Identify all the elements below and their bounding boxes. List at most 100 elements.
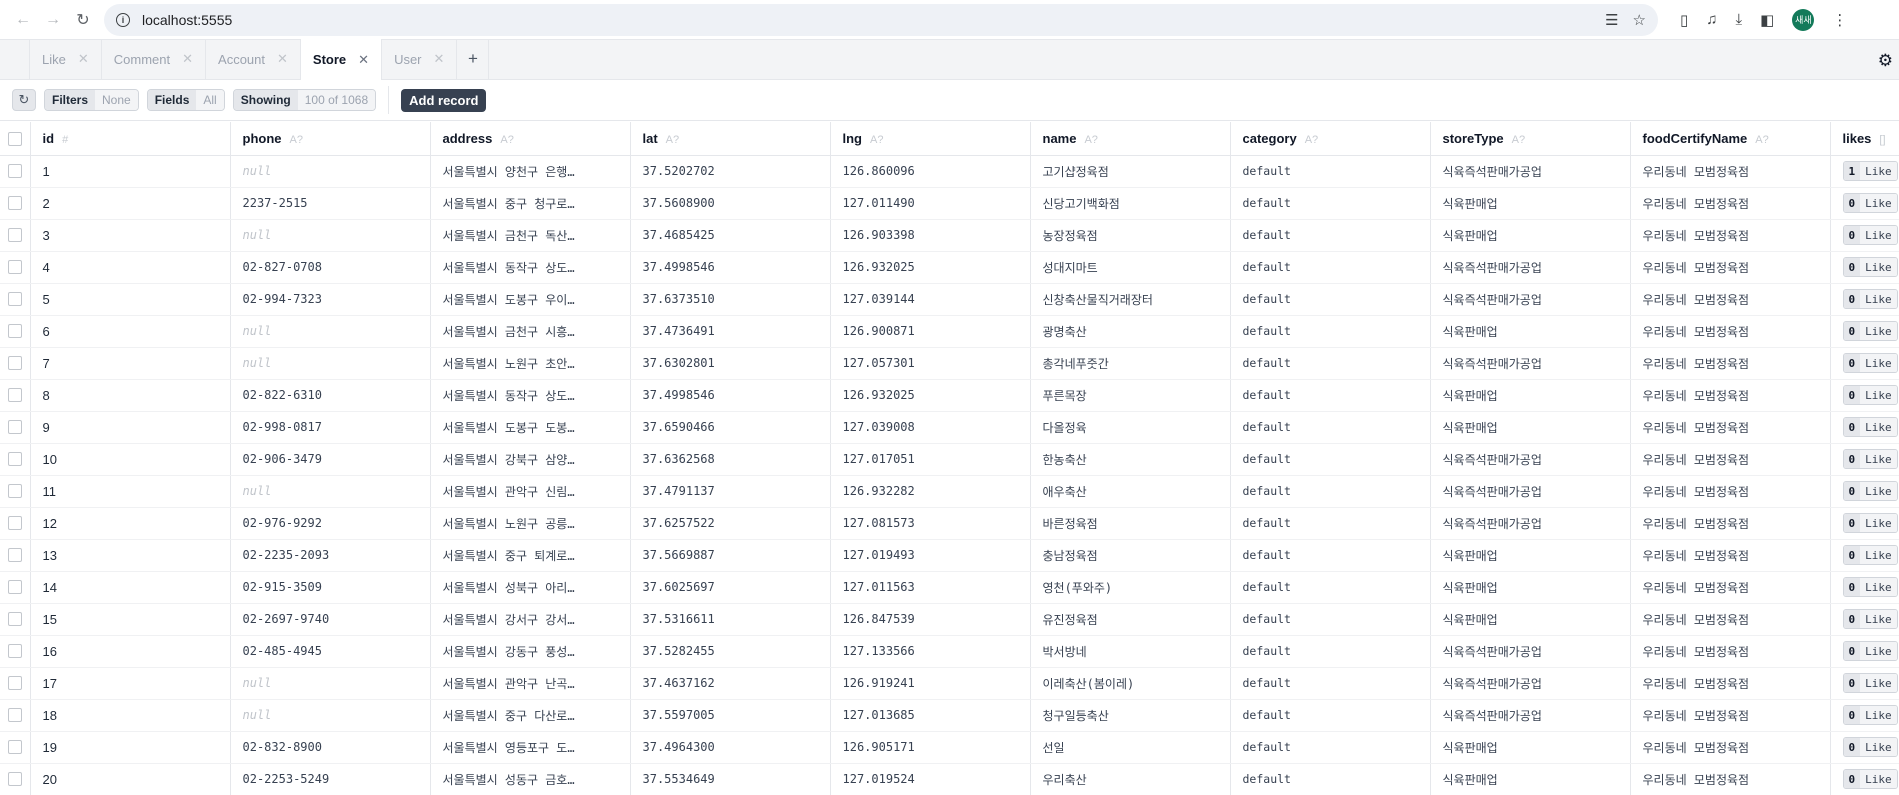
cell-category[interactable]: default	[1230, 507, 1431, 540]
showing-button[interactable]: Showing 100 of 1068	[232, 89, 377, 111]
table-row[interactable]: 19 02-832-8900 서울특별시 영등포구 도… 37.4964300 126.…	[0, 731, 1899, 764]
cell-likes[interactable]: 0 Like	[1830, 571, 1899, 604]
cell-storetype[interactable]: 식육판매업	[1430, 219, 1631, 252]
cell-foodcertifyname[interactable]: 우리동네 모범정육점	[1630, 347, 1831, 380]
row-checkbox[interactable]	[8, 548, 22, 563]
row-checkbox-cell[interactable]	[0, 443, 31, 476]
row-checkbox[interactable]	[8, 164, 22, 179]
cell-phone[interactable]: 02-998-0817	[230, 411, 431, 444]
cell-name[interactable]: 청구일등축산	[1030, 699, 1231, 732]
cell-lng[interactable]: 126.932025	[830, 379, 1031, 412]
cell-foodcertifyname[interactable]: 우리동네 모범정육점	[1630, 443, 1831, 476]
likes-relation-chip[interactable]: 0 Like	[1842, 609, 1898, 629]
address-bar[interactable]: i localhost:5555 ☰ ☆	[104, 3, 1658, 36]
cell-phone[interactable]: 02-485-4945	[230, 635, 431, 668]
close-icon[interactable]: ✕	[358, 52, 369, 68]
table-row[interactable]: 5 02-994-7323 서울특별시 도봉구 우이… 37.6373510 127.0…	[0, 283, 1899, 316]
cell-foodcertifyname[interactable]: 우리동네 모범정육점	[1630, 667, 1831, 700]
cell-category[interactable]: default	[1230, 699, 1431, 732]
cell-address[interactable]: 서울특별시 도봉구 도봉…	[430, 411, 631, 444]
cell-foodcertifyname[interactable]: 우리동네 모범정육점	[1630, 539, 1831, 572]
cell-lng[interactable]: 127.013685	[830, 699, 1031, 732]
cell-likes[interactable]: 0 Like	[1830, 315, 1899, 348]
cell-category[interactable]: default	[1230, 411, 1431, 444]
fields-button[interactable]: Fields All	[146, 89, 225, 111]
table-row[interactable]: 17 null 서울특별시 관악구 난곡… 37.4637162 126.919241 이…	[0, 667, 1899, 700]
cell-lat[interactable]: 37.6373510	[630, 283, 831, 316]
cell-name[interactable]: 우리축산	[1030, 763, 1231, 795]
cell-storetype[interactable]: 식육즉석판매가공업	[1430, 507, 1631, 540]
table-row[interactable]: 15 02-2697-9740 서울특별시 강서구 강서… 37.5316611 126…	[0, 603, 1899, 636]
column-header-likes[interactable]: likes []	[1830, 122, 1899, 156]
cell-lng[interactable]: 127.133566	[830, 635, 1031, 668]
likes-relation-chip[interactable]: 0 Like	[1842, 545, 1898, 565]
row-checkbox-cell[interactable]	[0, 315, 31, 348]
cell-lat[interactable]: 37.6302801	[630, 347, 831, 380]
cell-name[interactable]: 푸른목장	[1030, 379, 1231, 412]
likes-relation-chip[interactable]: 0 Like	[1842, 705, 1898, 725]
cell-foodcertifyname[interactable]: 우리동네 모범정육점	[1630, 155, 1831, 188]
cell-foodcertifyname[interactable]: 우리동네 모범정육점	[1630, 475, 1831, 508]
row-checkbox-cell[interactable]	[0, 571, 31, 604]
cell-id[interactable]: 7	[30, 347, 231, 380]
cell-lat[interactable]: 37.6590466	[630, 411, 831, 444]
cell-name[interactable]: 고기샵정육점	[1030, 155, 1231, 188]
cell-storetype[interactable]: 식육즉석판매가공업	[1430, 155, 1631, 188]
cell-phone[interactable]: null	[230, 315, 431, 348]
bookmark-star-icon[interactable]: ☆	[1633, 11, 1646, 29]
cell-phone[interactable]: 02-832-8900	[230, 731, 431, 764]
cell-foodcertifyname[interactable]: 우리동네 모범정육점	[1630, 187, 1831, 220]
row-checkbox[interactable]	[8, 580, 22, 595]
row-checkbox-cell[interactable]	[0, 507, 31, 540]
row-checkbox-cell[interactable]	[0, 667, 31, 700]
cell-lng[interactable]: 126.932025	[830, 251, 1031, 284]
cell-likes[interactable]: 0 Like	[1830, 219, 1899, 252]
filters-button[interactable]: Filters None	[44, 89, 139, 111]
cell-address[interactable]: 서울특별시 동작구 상도…	[430, 379, 631, 412]
cell-storetype[interactable]: 식육즉석판매가공업	[1430, 443, 1631, 476]
table-row[interactable]: 13 02-2235-2093 서울특별시 중구 퇴계로… 37.5669887 127…	[0, 539, 1899, 572]
select-all-checkbox[interactable]	[8, 132, 22, 147]
cell-id[interactable]: 4	[30, 251, 231, 284]
cell-lng[interactable]: 126.860096	[830, 155, 1031, 188]
cell-storetype[interactable]: 식육판매업	[1430, 187, 1631, 220]
cell-storetype[interactable]: 식육판매업	[1430, 603, 1631, 636]
cell-category[interactable]: default	[1230, 187, 1431, 220]
site-info-icon[interactable]: i	[116, 12, 130, 27]
row-checkbox-cell[interactable]	[0, 251, 31, 284]
likes-relation-chip[interactable]: 0 Like	[1842, 417, 1898, 437]
table-row[interactable]: 4 02-827-0708 서울특별시 동작구 상도… 37.4998546 126.9…	[0, 251, 1899, 284]
cell-phone[interactable]: null	[230, 667, 431, 700]
cell-storetype[interactable]: 식육즉석판매가공업	[1430, 283, 1631, 316]
cell-storetype[interactable]: 식육즉석판매가공업	[1430, 475, 1631, 508]
likes-relation-chip[interactable]: 0 Like	[1842, 321, 1898, 341]
cell-foodcertifyname[interactable]: 우리동네 모범정육점	[1630, 731, 1831, 764]
row-checkbox-cell[interactable]	[0, 699, 31, 732]
cell-category[interactable]: default	[1230, 603, 1431, 636]
row-checkbox[interactable]	[8, 452, 22, 467]
row-checkbox-cell[interactable]	[0, 155, 31, 188]
row-checkbox-cell[interactable]	[0, 187, 31, 220]
row-checkbox-cell[interactable]	[0, 283, 31, 316]
cell-name[interactable]: 총각네푸줏간	[1030, 347, 1231, 380]
cell-category[interactable]: default	[1230, 155, 1431, 188]
cell-name[interactable]: 광명축산	[1030, 315, 1231, 348]
cell-lng[interactable]: 126.903398	[830, 219, 1031, 252]
likes-relation-chip[interactable]: 0 Like	[1842, 577, 1898, 597]
column-header-category[interactable]: category A?	[1230, 122, 1431, 156]
row-checkbox[interactable]	[8, 484, 22, 499]
cell-category[interactable]: default	[1230, 443, 1431, 476]
cell-lat[interactable]: 37.5282455	[630, 635, 831, 668]
cell-likes[interactable]: 0 Like	[1830, 411, 1899, 444]
cell-lat[interactable]: 37.4998546	[630, 379, 831, 412]
cell-storetype[interactable]: 식육판매업	[1430, 571, 1631, 604]
table-row[interactable]: 12 02-976-9292 서울특별시 노원구 공릉… 37.6257522 127.…	[0, 507, 1899, 540]
cell-lat[interactable]: 37.6025697	[630, 571, 831, 604]
cell-lat[interactable]: 37.4685425	[630, 219, 831, 252]
cell-address[interactable]: 서울특별시 금천구 독산…	[430, 219, 631, 252]
row-checkbox[interactable]	[8, 388, 22, 403]
row-checkbox[interactable]	[8, 612, 22, 627]
cell-foodcertifyname[interactable]: 우리동네 모범정육점	[1630, 315, 1831, 348]
cell-name[interactable]: 성대지마트	[1030, 251, 1231, 284]
cell-likes[interactable]: 0 Like	[1830, 379, 1899, 412]
